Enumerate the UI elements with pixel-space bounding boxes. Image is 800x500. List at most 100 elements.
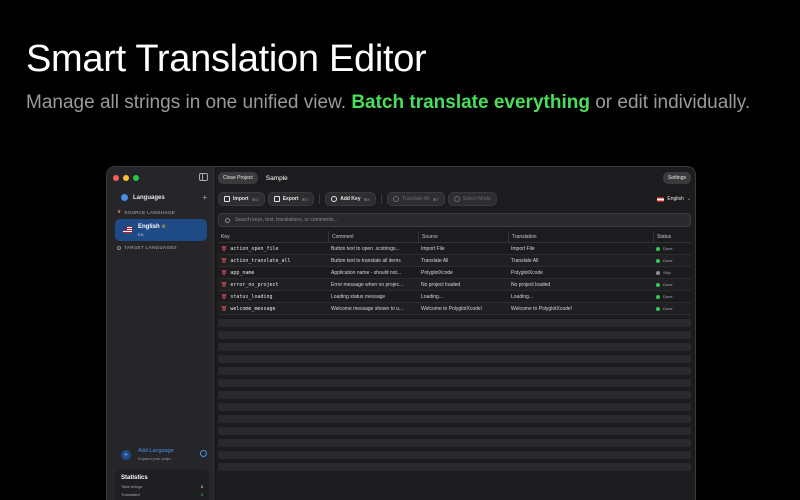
source-language-section: ♛ SOURCE LANGUAGE: [117, 209, 175, 215]
trash-icon[interactable]: 🗑: [221, 294, 227, 300]
add-language-icon[interactable]: +: [202, 193, 207, 202]
column-header-source[interactable]: Source: [418, 231, 508, 242]
search-placeholder: Search keys, text, translations, or comm…: [235, 217, 338, 223]
comment-cell[interactable]: Application name - should not...: [328, 270, 418, 276]
column-header-key[interactable]: Key: [218, 231, 328, 242]
comment-cell[interactable]: Loading status message: [328, 294, 418, 300]
translation-cell[interactable]: Loading...: [508, 294, 653, 300]
table-row[interactable]: 🗑 app_name Application name - should not..…: [218, 267, 691, 279]
settings-button[interactable]: Settings: [662, 172, 691, 184]
source-cell[interactable]: Welcome to PolyglotXcode!: [418, 306, 508, 312]
import-icon: [224, 196, 230, 202]
minimize-window-button[interactable]: [123, 175, 129, 181]
trash-icon[interactable]: 🗑: [221, 282, 227, 288]
status-cell: Done: [653, 282, 693, 287]
status-cell: Done: [653, 306, 693, 311]
table-row[interactable]: 🗑 action_open_file Button text to open .xc…: [218, 243, 691, 255]
status-text: Skip: [663, 270, 671, 275]
key-text: welcome_message: [230, 305, 276, 312]
column-header-comment[interactable]: Comment: [328, 231, 418, 242]
placeholder-row: [218, 463, 691, 471]
translate-all-button[interactable]: Translate All ⌘T: [387, 192, 445, 206]
trash-icon[interactable]: 🗑: [221, 258, 227, 264]
add-key-label: Add Key: [340, 196, 361, 202]
chevron-down-icon: ⌄: [686, 196, 691, 202]
translation-cell[interactable]: Welcome to PolyglotXcode!: [508, 306, 653, 312]
placeholder-row: [218, 331, 691, 339]
trash-icon[interactable]: 🗑: [221, 270, 227, 276]
key-cell[interactable]: 🗑 action_open_file: [218, 246, 328, 252]
column-header-status[interactable]: Status: [653, 231, 693, 242]
source-cell[interactable]: Loading...: [418, 294, 508, 300]
toolbar: Import ⌘O Export ⌘S Add Key ⌘K Translate…: [218, 192, 691, 206]
translate-all-label: Translate All: [402, 196, 430, 202]
placeholder-row: [218, 367, 691, 375]
trash-icon[interactable]: 🗑: [221, 306, 227, 312]
translation-cell[interactable]: PolyglotXcode: [508, 270, 653, 276]
search-field[interactable]: Search keys, text, translations, or comm…: [218, 213, 691, 227]
key-cell[interactable]: 🗑 status_loading: [218, 294, 328, 300]
key-text: status_loading: [230, 293, 273, 300]
comment-cell[interactable]: Button text to translate all items: [328, 258, 418, 264]
placeholder-row: [218, 391, 691, 399]
sidebar-toggle-icon[interactable]: [199, 173, 208, 181]
info-icon[interactable]: [200, 450, 207, 457]
comment-cell[interactable]: Button text to open .xcstrings...: [328, 246, 418, 252]
add-language-button[interactable]: + Add Language Expand your proje...: [115, 447, 209, 465]
close-project-button[interactable]: Close Project: [218, 172, 258, 184]
status-text: Done: [663, 282, 673, 287]
status-text: Done: [663, 306, 673, 311]
stat-value: 6: [200, 484, 203, 489]
select-mode-button[interactable]: Select Mode: [447, 192, 497, 206]
table-row[interactable]: 🗑 status_loading Loading status message Loa…: [218, 291, 691, 303]
close-window-button[interactable]: [113, 175, 119, 181]
export-shortcut: ⌘S: [301, 196, 309, 202]
export-button[interactable]: Export ⌘S: [267, 192, 315, 206]
key-text: action_open_file: [230, 245, 279, 252]
key-cell[interactable]: 🗑 app_name: [218, 270, 328, 276]
table-header: Key Comment Source Translation Status: [218, 231, 691, 243]
key-cell[interactable]: 🗑 error_no_project: [218, 282, 328, 288]
placeholder-row: [218, 379, 691, 387]
comment-cell[interactable]: Error message when no projec...: [328, 282, 418, 288]
export-icon: [273, 196, 280, 202]
placeholder-row: [218, 415, 691, 423]
placeholder-row: [218, 355, 691, 363]
stat-label: Translated: [121, 492, 140, 497]
source-language-item[interactable]: English ♛ EN: [115, 219, 207, 241]
status-dot-icon: [656, 294, 660, 299]
source-cell[interactable]: No project loaded: [418, 282, 508, 288]
status-cell: Skip: [653, 270, 693, 275]
translate-all-shortcut: ⌘T: [432, 196, 439, 202]
globe-icon: [121, 194, 128, 201]
comment-cell[interactable]: Welcome message shown to u...: [328, 306, 418, 312]
key-cell[interactable]: 🗑 welcome_message: [218, 306, 328, 312]
source-cell[interactable]: Import File: [418, 246, 508, 252]
language-dropdown[interactable]: English ⌄: [657, 196, 691, 202]
stat-value: 5: [200, 492, 203, 497]
plus-circle-icon: [331, 196, 338, 202]
main-panel: Close Project Sample Settings Import ⌘O …: [214, 167, 695, 500]
source-language-name-text: English: [138, 224, 160, 230]
table-row[interactable]: 🗑 error_no_project Error message when no p…: [218, 279, 691, 291]
placeholder-row: [218, 439, 691, 447]
status-cell: Done: [653, 294, 693, 299]
target-languages-label: TARGET LANGUAGES: [124, 245, 177, 250]
key-cell[interactable]: 🗑 action_translate_all: [218, 258, 328, 264]
zoom-window-button[interactable]: [133, 175, 139, 181]
source-cell[interactable]: PolyglotXcode: [418, 270, 508, 276]
table-row[interactable]: 🗑 action_translate_all Button text to tran…: [218, 255, 691, 267]
status-text: Done: [663, 294, 673, 299]
stat-row: Translated 5: [121, 492, 203, 497]
trash-icon[interactable]: 🗑: [221, 246, 227, 252]
add-language-title: Add Language: [138, 448, 174, 454]
us-flag-icon: [123, 226, 132, 233]
source-cell[interactable]: Translate All: [418, 258, 508, 264]
import-button[interactable]: Import ⌘O: [218, 192, 265, 206]
table-row[interactable]: 🗑 welcome_message Welcome message shown to…: [218, 303, 691, 315]
translation-cell[interactable]: No project loaded: [508, 282, 653, 288]
column-header-translation[interactable]: Translation: [508, 231, 653, 242]
translation-cell[interactable]: Translate All: [508, 258, 653, 264]
add-key-button[interactable]: Add Key ⌘K: [325, 192, 377, 206]
translation-cell[interactable]: Import File: [508, 246, 653, 252]
